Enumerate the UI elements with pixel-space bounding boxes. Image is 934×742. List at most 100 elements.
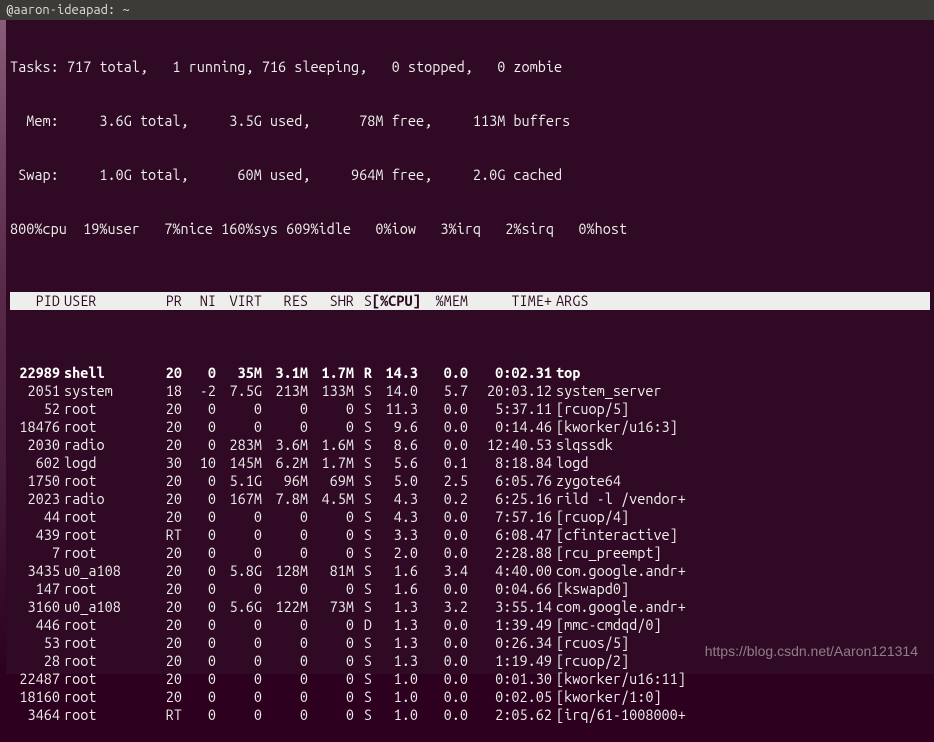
cell-user: root	[60, 580, 138, 598]
terminal[interactable]: Tasks: 717 total, 1 running, 716 sleepin…	[6, 20, 934, 674]
cell-pr: 20	[138, 688, 182, 706]
mem-summary-line: Mem: 3.6G total, 3.5G used, 78M free, 11…	[10, 112, 930, 130]
cell-cpu: 1.3	[372, 652, 418, 670]
cell-ni: 0	[182, 490, 216, 508]
cell-s: S	[354, 526, 372, 544]
col-pid: PID	[10, 292, 60, 310]
cell-pr: 20	[138, 562, 182, 580]
cell-time: 2:28.88	[468, 544, 552, 562]
cell-pid: 22989	[10, 364, 60, 382]
cell-mem: 0.0	[418, 526, 468, 544]
cell-time: 1:19.49	[468, 652, 552, 670]
cell-ni: 0	[182, 598, 216, 616]
cell-user: logd	[60, 454, 138, 472]
cell-ni: 0	[182, 508, 216, 526]
cell-ni: 0	[182, 652, 216, 670]
window-titlebar[interactable]: @aaron-ideapad: ~	[0, 0, 934, 20]
cell-res: 0	[262, 580, 308, 598]
cell-pr: RT	[138, 526, 182, 544]
cell-mem: 0.0	[418, 544, 468, 562]
cell-shr: 0	[308, 688, 354, 706]
cell-user: root	[60, 706, 138, 724]
cell-virt: 0	[216, 706, 262, 724]
cell-mem: 3.2	[418, 598, 468, 616]
cell-virt: 0	[216, 670, 262, 688]
table-row: 7root200000S2.00.02:28.88[rcu_preempt]	[10, 544, 930, 562]
table-row: 3464rootRT0000S1.00.02:05.62[irq/61-1008…	[10, 706, 930, 724]
cell-pid: 147	[10, 580, 60, 598]
cell-s: S	[354, 490, 372, 508]
cell-user: system	[60, 382, 138, 400]
cell-shr: 0	[308, 580, 354, 598]
cell-pid: 3464	[10, 706, 60, 724]
cell-virt: 0	[216, 418, 262, 436]
cell-pid: 2023	[10, 490, 60, 508]
cell-ni: 0	[182, 688, 216, 706]
cell-pr: 20	[138, 508, 182, 526]
cell-time: 2:05.62	[468, 706, 552, 724]
cell-res: 7.8M	[262, 490, 308, 508]
cell-res: 0	[262, 670, 308, 688]
cell-res: 0	[262, 688, 308, 706]
cell-shr: 73M	[308, 598, 354, 616]
cell-args: [cfinteractive]	[552, 526, 930, 544]
cell-user: root	[60, 688, 138, 706]
cell-pid: 2030	[10, 436, 60, 454]
cell-user: root	[60, 652, 138, 670]
cell-virt: 0	[216, 526, 262, 544]
cell-user: shell	[60, 364, 138, 382]
cell-time: 6:05.76	[468, 472, 552, 490]
cell-args: logd	[552, 454, 930, 472]
cell-shr: 0	[308, 544, 354, 562]
cell-shr: 1.7M	[308, 454, 354, 472]
cell-cpu: 1.0	[372, 706, 418, 724]
cell-mem: 0.1	[418, 454, 468, 472]
cell-pr: 20	[138, 652, 182, 670]
cell-time: 3:55.14	[468, 598, 552, 616]
cell-args: [mmc-cmdqd/0]	[552, 616, 930, 634]
cell-args: com.google.andr+	[552, 562, 930, 580]
cell-s: S	[354, 544, 372, 562]
cell-shr: 0	[308, 508, 354, 526]
cell-args: slqssdk	[552, 436, 930, 454]
cell-cpu: 9.6	[372, 418, 418, 436]
cell-mem: 0.0	[418, 508, 468, 526]
cell-pr: 20	[138, 400, 182, 418]
cell-mem: 0.0	[418, 706, 468, 724]
col-pr: PR	[138, 292, 182, 310]
cell-pid: 22487	[10, 670, 60, 688]
cell-res: 122M	[262, 598, 308, 616]
cell-pr: 30	[138, 454, 182, 472]
cell-mem: 0.0	[418, 364, 468, 382]
cell-args: top	[552, 364, 930, 382]
cell-s: S	[354, 400, 372, 418]
cell-pid: 602	[10, 454, 60, 472]
cell-cpu: 3.3	[372, 526, 418, 544]
cell-s: S	[354, 598, 372, 616]
cell-s: S	[354, 670, 372, 688]
cell-shr: 0	[308, 706, 354, 724]
cell-mem: 5.7	[418, 382, 468, 400]
table-row: 446root200000D1.30.01:39.49[mmc-cmdqd/0]	[10, 616, 930, 634]
cell-virt: 0	[216, 616, 262, 634]
cell-args: rild -l /vendor+	[552, 490, 930, 508]
cell-args: zygote64	[552, 472, 930, 490]
cell-ni: 0	[182, 580, 216, 598]
cell-ni: 0	[182, 364, 216, 382]
cell-user: root	[60, 472, 138, 490]
cell-virt: 5.8G	[216, 562, 262, 580]
cell-res: 3.1M	[262, 364, 308, 382]
cell-s: S	[354, 382, 372, 400]
cell-shr: 0	[308, 400, 354, 418]
cell-ni: 0	[182, 418, 216, 436]
cell-pid: 2051	[10, 382, 60, 400]
cell-pr: 20	[138, 670, 182, 688]
cell-time: 0:26.34	[468, 634, 552, 652]
cell-virt: 5.6G	[216, 598, 262, 616]
cell-pr: 20	[138, 580, 182, 598]
cell-pid: 44	[10, 508, 60, 526]
cell-user: root	[60, 616, 138, 634]
cell-s: D	[354, 616, 372, 634]
cell-time: 6:08.47	[468, 526, 552, 544]
cell-shr: 0	[308, 670, 354, 688]
